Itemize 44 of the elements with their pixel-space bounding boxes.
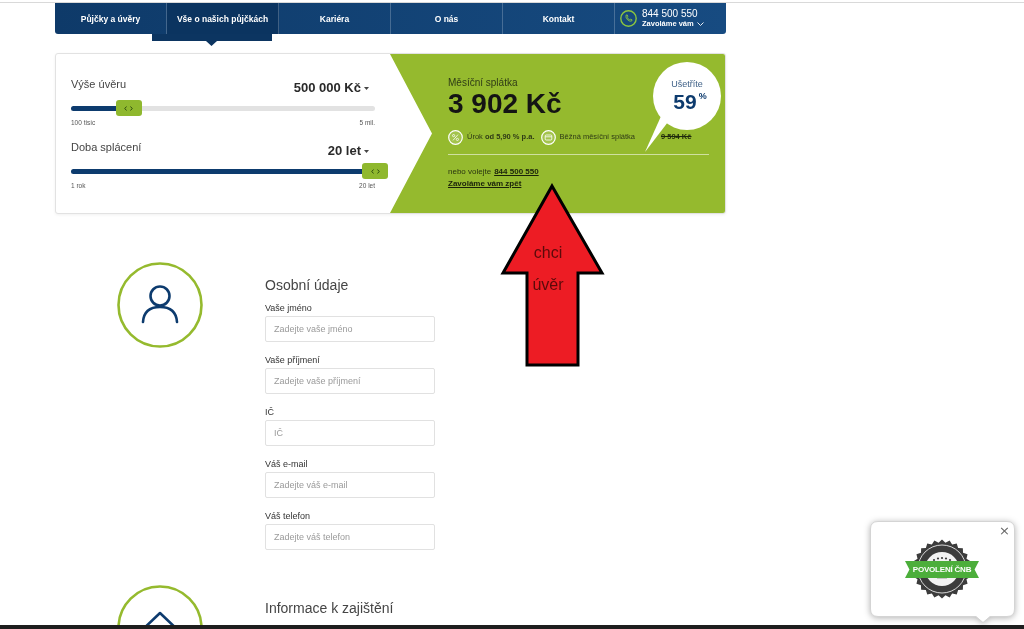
field-label: Váš telefon (265, 510, 312, 522)
section-title: Osobní údaje (265, 276, 350, 294)
slider-handle[interactable] (115, 100, 142, 116)
field-label: Váš e-mail (265, 458, 309, 470)
field-label: Vaše jméno (265, 302, 313, 314)
left-right-chevrons-icon (370, 168, 380, 174)
slider-value: 20 let (327, 143, 361, 159)
nav-tab[interactable]: O nás (391, 3, 503, 34)
input-field[interactable]: Zadejte vaše jméno (265, 316, 435, 342)
left-right-chevrons-icon (124, 105, 134, 111)
slider-label: Výše úvěru (71, 77, 127, 91)
section-title: Informace k zajištění (265, 599, 395, 617)
savings-label: Ušetříte (671, 78, 703, 90)
arrow-caption: úvěr (532, 275, 564, 295)
input-field[interactable]: IČ (265, 420, 435, 446)
input-field[interactable]: Zadejte váš telefon (265, 524, 435, 550)
person-icon (117, 262, 203, 348)
callback-link[interactable]: Zavoláme vám zpět (448, 178, 522, 189)
field-label: Vaše příjmení (265, 354, 321, 366)
caret-down-icon (364, 149, 369, 153)
monthly-payment-amount: 3 902 Kč (448, 89, 562, 119)
caret-down-icon (364, 86, 369, 90)
phone-icon (620, 10, 637, 27)
nav-tab[interactable]: Kontakt (503, 3, 615, 34)
slider-label: Doba splácení (71, 140, 142, 154)
chevron-down-icon (696, 22, 704, 26)
savings-value: 59 (673, 89, 697, 114)
license-ribbon: POVOLENÍ ČNB (905, 561, 979, 578)
call-text: nebo volejte (448, 166, 492, 177)
card-icon (540, 129, 556, 145)
nav-tab[interactable]: Vše o našich půjčkách (167, 3, 279, 34)
phone-number: 844 500 550 (642, 8, 699, 19)
arrow-caption: chci (533, 243, 563, 263)
monthly-payment-label: Měsíční splátka (448, 77, 518, 89)
savings-unit: % (698, 90, 707, 102)
slider-value: 500 000 Kč (293, 80, 361, 96)
close-button[interactable]: × (999, 524, 1010, 538)
phone-link[interactable]: 844 500 550 (494, 166, 539, 177)
percent-icon (448, 129, 463, 145)
field-label: IČ (265, 406, 275, 418)
slider-handle[interactable] (362, 163, 388, 179)
nav-tab[interactable]: Kariéra (279, 3, 391, 34)
input-field[interactable]: Zadejte váš e-mail (265, 472, 435, 498)
input-field[interactable]: Zadejte vaše příjmení (265, 368, 435, 394)
